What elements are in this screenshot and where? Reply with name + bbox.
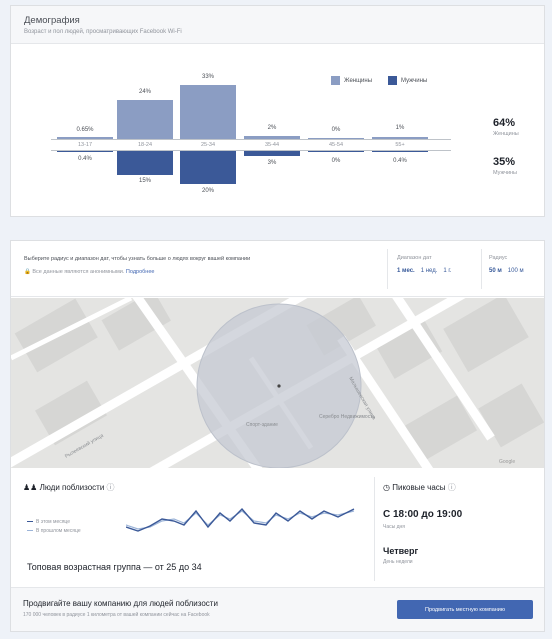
bar-men-18-24 bbox=[117, 151, 173, 175]
legend-men-label: Мужчины bbox=[401, 77, 428, 84]
lock-icon: 🔒 bbox=[24, 269, 31, 275]
bar-men-25-34 bbox=[180, 151, 236, 184]
date-range-control: Диапазон дат 1 мес. 1 нед. 1 г. bbox=[397, 255, 452, 274]
nearby-legend-previous: В прошлом месяце bbox=[27, 528, 81, 534]
peak-hours-title-text: Пиковые часы bbox=[392, 483, 446, 492]
peak-info-icon[interactable]: ⓘ bbox=[448, 483, 456, 492]
peak-time-label: Часы дня bbox=[383, 524, 405, 530]
bar-women-45-54 bbox=[308, 138, 364, 139]
bar-men-35-44 bbox=[244, 151, 300, 156]
people-icon: ♟♟ bbox=[23, 483, 38, 492]
map-description: Выберите радиус и диапазон дат, чтобы уз… bbox=[24, 256, 251, 262]
radius-option-50[interactable]: 50 м bbox=[489, 268, 502, 274]
demographics-card: Демография Возраст и пол людей, просматр… bbox=[10, 5, 545, 217]
radius-label: Радиус bbox=[489, 255, 508, 261]
pct-women-55plus: 1% bbox=[395, 125, 405, 131]
demographics-title: Демография bbox=[24, 15, 80, 26]
pct-men-35-44: 3% bbox=[267, 160, 277, 166]
radius-control: Радиус 50 м 100 м bbox=[489, 255, 524, 274]
map-svg: Спорт-здание Серебро Недвижимость Рылеев… bbox=[11, 298, 544, 468]
peak-day: Четверг bbox=[383, 546, 419, 556]
radius-option-100[interactable]: 100 м bbox=[508, 268, 524, 274]
age-label-55plus: 55+ bbox=[395, 142, 405, 148]
controls-divider-1 bbox=[387, 249, 388, 289]
date-range-option-month[interactable]: 1 мес. bbox=[397, 268, 415, 274]
peak-day-label: День недели bbox=[383, 559, 413, 565]
privacy-info-text: Все данные являются анонимными. bbox=[32, 269, 125, 275]
age-label-18-24: 18-24 bbox=[137, 142, 153, 148]
pct-men-25-34: 20% bbox=[201, 188, 214, 194]
nearby-title: ♟♟ Люди поблизости ⓘ bbox=[23, 482, 115, 493]
legend-current-line bbox=[27, 520, 33, 523]
insights-divider bbox=[374, 477, 375, 581]
peak-time: С 18:00 до 19:00 bbox=[383, 509, 463, 520]
bar-men-45-54 bbox=[308, 151, 364, 152]
age-label-45-54: 45-54 bbox=[328, 142, 344, 148]
bar-women-35-44 bbox=[244, 136, 300, 139]
demographics-subtitle: Возраст и пол людей, просматривающих Fac… bbox=[24, 29, 182, 35]
top-age-group: Топовая возрастная группа — от 25 до 34 bbox=[27, 562, 202, 572]
map-location-pin bbox=[277, 384, 281, 388]
nearby-sparkline bbox=[126, 507, 355, 532]
age-label-13-17: 13-17 bbox=[77, 142, 93, 148]
pct-men-45-54: 0% bbox=[331, 158, 341, 164]
legend-women-label: Женщины bbox=[344, 77, 373, 84]
pct-women-18-24: 24% bbox=[138, 89, 151, 95]
pct-women-25-34: 33% bbox=[201, 74, 214, 80]
map-view[interactable]: Спорт-здание Серебро Недвижимость Рылеев… bbox=[11, 298, 544, 468]
clock-icon: ◷ bbox=[383, 483, 390, 492]
promote-button[interactable]: Продвигать местную компанию bbox=[397, 600, 533, 619]
legend-current-label: В этом месяце bbox=[36, 519, 71, 525]
privacy-info: 🔒 Все данные являются анонимными. Подроб… bbox=[24, 269, 154, 275]
map-controls-bar: Выберите радиус и диапазон дат, чтобы уз… bbox=[11, 241, 544, 297]
total-men-label: Мужчины bbox=[493, 170, 518, 176]
date-range-option-year[interactable]: 1 г. bbox=[443, 268, 451, 274]
pct-men-18-24: 15% bbox=[138, 178, 151, 184]
total-men-pct: 35% bbox=[493, 156, 516, 168]
legend-previous-line bbox=[27, 529, 33, 532]
insights-panel: ♟♟ Люди поблизости ⓘ В этом месяце В про… bbox=[11, 469, 544, 587]
pct-women-35-44: 2% bbox=[267, 125, 277, 131]
pct-women-13-17: 0.65% bbox=[76, 127, 94, 133]
bar-women-25-34 bbox=[180, 85, 236, 139]
nearby-title-text: Люди поблизости bbox=[39, 483, 105, 492]
total-women-pct: 64% bbox=[493, 117, 516, 129]
date-range-label: Диапазон дат bbox=[397, 255, 432, 261]
bar-women-55plus bbox=[372, 137, 428, 139]
age-label-35-44: 35-44 bbox=[264, 142, 280, 148]
legend-men: Мужчины bbox=[388, 76, 427, 85]
legend-previous-label: В прошлом месяце bbox=[36, 528, 81, 534]
chart-legend: Женщины Мужчины bbox=[331, 76, 427, 85]
pct-men-55plus: 0.4% bbox=[393, 158, 407, 164]
audience-card: Выберите радиус и диапазон дат, чтобы уз… bbox=[10, 240, 545, 632]
legend-women: Женщины bbox=[331, 76, 372, 85]
peak-hours-title: ◷ Пиковые часы ⓘ bbox=[383, 482, 456, 493]
promote-subtitle: 170 000 человек в радиусе 1 километра от… bbox=[23, 612, 210, 618]
promote-title: Продвигайте вашу компанию для людей побл… bbox=[23, 599, 218, 608]
axis-line-top bbox=[51, 139, 451, 140]
legend-women-swatch bbox=[331, 76, 340, 85]
bar-men-55plus bbox=[372, 151, 428, 152]
map-poi-1: Спорт-здание bbox=[246, 422, 278, 428]
date-range-option-week[interactable]: 1 нед. bbox=[421, 268, 438, 274]
nearby-info-icon[interactable]: ⓘ bbox=[107, 483, 115, 492]
pct-men-13-17: 0.4% bbox=[78, 156, 92, 162]
promote-bar: Продвигайте вашу компанию для людей побл… bbox=[11, 587, 544, 631]
total-women-label: Женщины bbox=[493, 131, 519, 137]
age-label-25-34: 25-34 bbox=[200, 142, 216, 148]
controls-divider-2 bbox=[481, 249, 482, 289]
bar-women-18-24 bbox=[117, 100, 173, 139]
bar-men-13-17 bbox=[57, 151, 113, 152]
map-poi-2: Серебро Недвижимость bbox=[319, 414, 376, 420]
bar-women-13-17 bbox=[57, 137, 113, 139]
demographics-header: Демография Возраст и пол людей, просматр… bbox=[11, 6, 544, 44]
legend-men-swatch bbox=[388, 76, 398, 85]
pct-women-45-54: 0% bbox=[331, 127, 341, 133]
map-attribution: Google bbox=[499, 459, 515, 465]
learn-more-link[interactable]: Подробнее bbox=[126, 269, 155, 275]
nearby-legend-current: В этом месяце bbox=[27, 519, 70, 525]
